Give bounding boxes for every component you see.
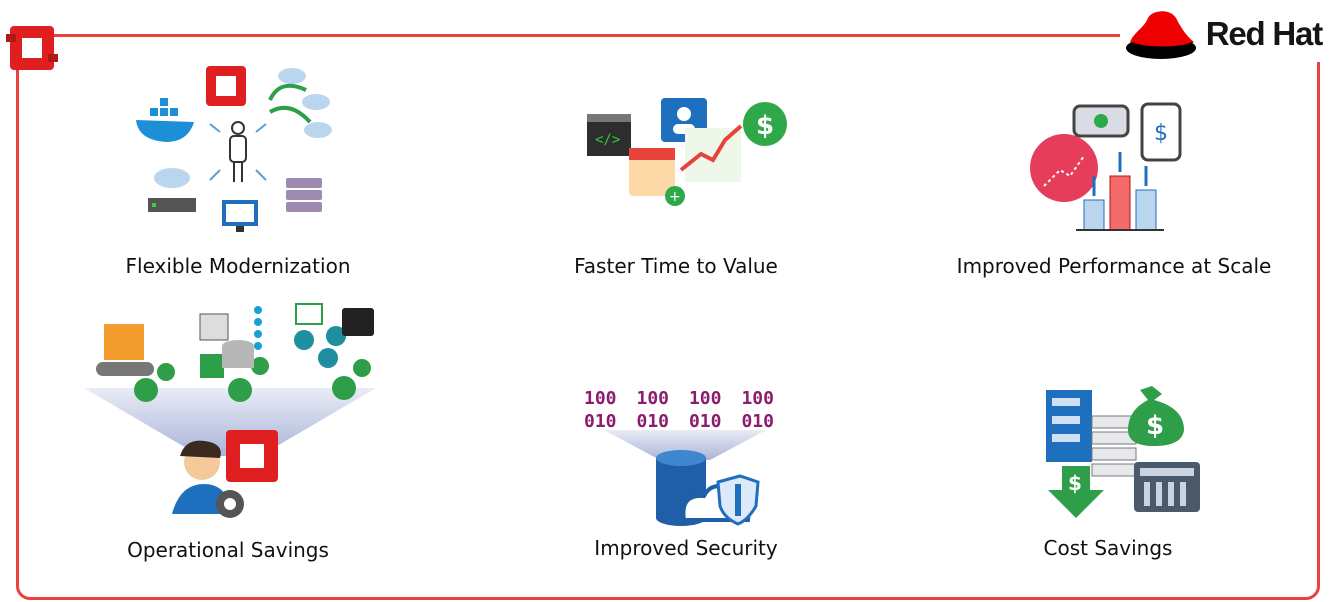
red-hat-hat-icon: [1125, 11, 1196, 59]
bit-label: 100: [688, 388, 722, 409]
storage-rack-icon: [286, 178, 322, 212]
svg-text:</>: </>: [595, 132, 620, 148]
brand-wordmark: Red Hat: [1205, 15, 1323, 52]
svg-text:$: $: [1146, 411, 1164, 441]
monitor-icon: [222, 200, 258, 232]
benefit-label-faster-time-to-value: Faster Time to Value: [574, 254, 778, 278]
cost-savings-icon: $ $: [1046, 386, 1200, 518]
nas-icon: [1134, 462, 1200, 512]
security-icon: [604, 430, 766, 526]
bit-label: 100: [741, 388, 774, 409]
benefit-label-cost-savings: Cost Savings: [1043, 536, 1173, 560]
bit-label: 100: [584, 388, 617, 409]
bit-label: 010: [636, 411, 669, 432]
bit-label: 010: [741, 411, 774, 432]
bit-label: 010: [688, 411, 722, 432]
modernization-icon: [136, 66, 332, 232]
operational-savings-icon: [84, 303, 376, 518]
bit-label: 100: [636, 388, 669, 409]
security-bits: 100 100 100 100 010 010 010 010: [584, 388, 774, 432]
benefit-label-operational-savings: Operational Savings: [127, 538, 329, 562]
svg-text:$: $: [1068, 471, 1082, 495]
server-icon: [1046, 390, 1092, 462]
svg-text:+: +: [669, 189, 681, 205]
benefit-label-improved-security: Improved Security: [594, 536, 778, 560]
red-hat-logo: Red Hat: [1119, 6, 1330, 62]
benefit-label-flexible-modernization: Flexible Modernization: [125, 254, 351, 278]
time-to-value-icon: </> $ +: [587, 98, 787, 206]
money-bag-icon: $: [1128, 386, 1184, 446]
benefit-label-improved-performance: Improved Performance at Scale: [956, 254, 1272, 278]
direction-arrows: [209, 123, 267, 181]
svg-text:$: $: [1154, 121, 1168, 146]
docker-icon: [136, 98, 194, 142]
openshift-icon: [206, 66, 246, 106]
person-icon: [229, 121, 247, 182]
bit-label: 010: [584, 411, 617, 432]
svg-text:$: $: [756, 111, 774, 141]
performance-scale-icon: $: [1030, 102, 1182, 231]
openshift-logo-icon: [6, 26, 58, 70]
